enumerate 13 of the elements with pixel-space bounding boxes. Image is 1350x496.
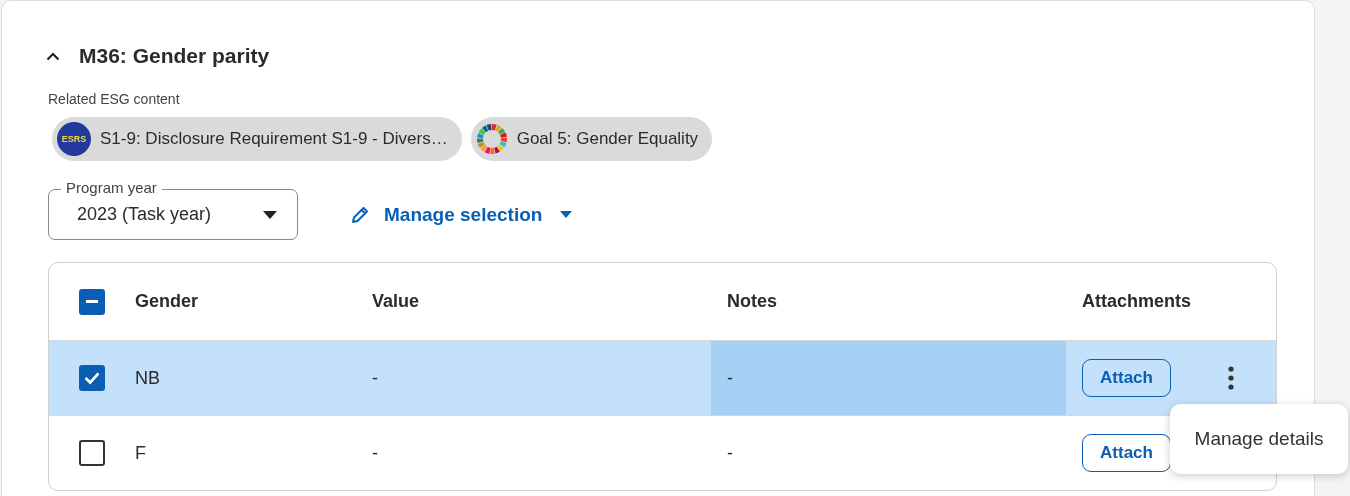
table-cell: F xyxy=(135,442,146,464)
column-header: Gender xyxy=(135,290,200,313)
column-header: Attachments xyxy=(1081,290,1193,313)
table-cell: NB xyxy=(135,367,160,389)
table-cell: - xyxy=(372,367,378,389)
table-cell: - xyxy=(372,442,378,464)
column-header: Notes xyxy=(726,290,778,313)
section-title: M36: Gender parity xyxy=(79,44,270,68)
table-cell: - xyxy=(727,367,733,389)
esrs-logo-icon: ESRS xyxy=(57,122,91,156)
table-cell: - xyxy=(727,442,733,464)
column-header: Value xyxy=(372,290,421,313)
related-content-label: Related ESG content xyxy=(48,91,181,107)
